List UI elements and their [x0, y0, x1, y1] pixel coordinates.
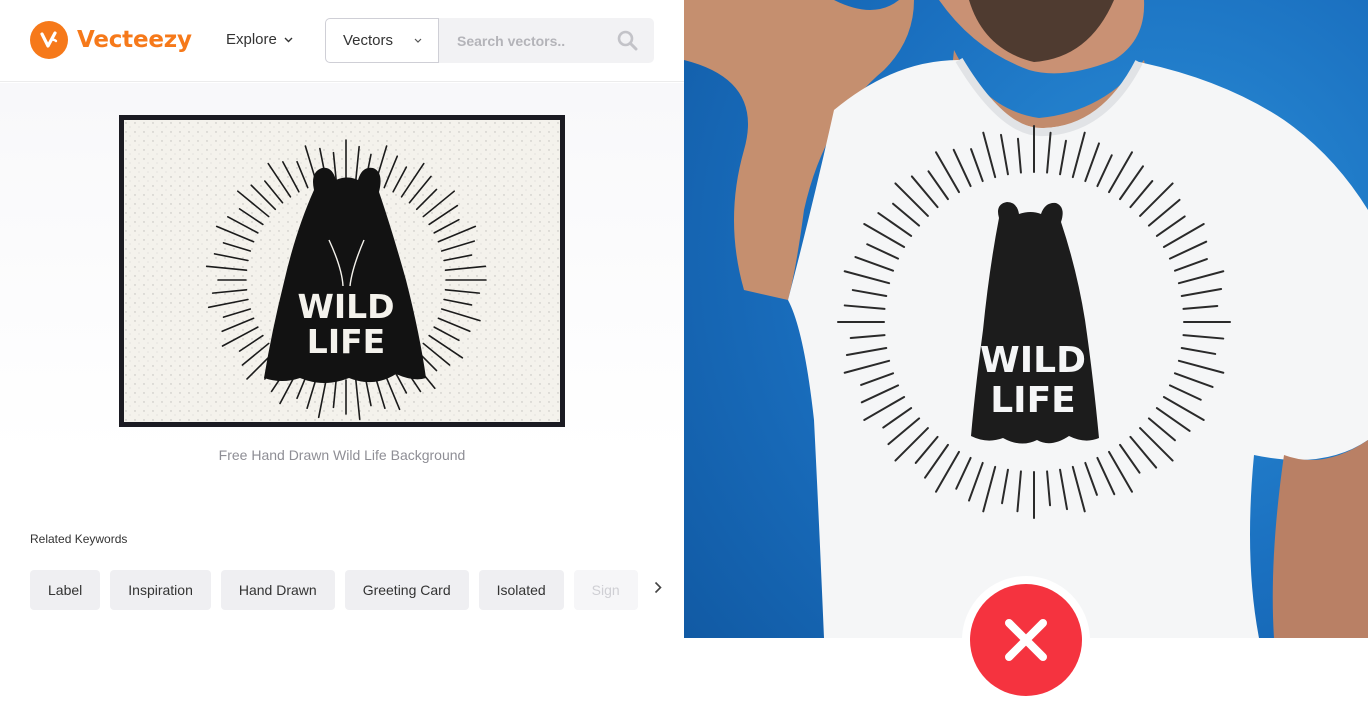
reject-circle — [970, 584, 1082, 696]
search-type-value: Vectors — [343, 32, 394, 49]
search-bar: Vectors — [325, 18, 654, 63]
top-navigation: Vecteezy Explore Vectors — [0, 0, 684, 82]
wild-life-artwork: WILD LIFE — [124, 120, 560, 422]
tshirt-mockup-photo: WILD LIFE — [684, 0, 1368, 638]
brand-logo[interactable]: Vecteezy — [30, 21, 192, 59]
explore-menu[interactable]: Explore — [226, 31, 293, 48]
artwork-text-wild: WILD — [297, 287, 394, 326]
keyword-tag[interactable]: Isolated — [478, 570, 564, 610]
man-in-tshirt: WILD LIFE — [684, 0, 1368, 638]
keyword-tag[interactable]: Label — [30, 570, 101, 610]
search-icon[interactable] — [617, 30, 638, 51]
keyword-tag[interactable]: Greeting Card — [344, 570, 469, 610]
related-keywords-title: Related Keywords — [30, 532, 128, 546]
keyword-tag[interactable]: Sign — [573, 570, 638, 610]
bear-illustration: WILD LIFE — [124, 120, 560, 422]
artwork-text-life: LIFE — [307, 322, 385, 361]
search-type-select[interactable]: Vectors — [325, 18, 439, 63]
rejected-badge — [962, 576, 1090, 702]
shirt-text-wild: WILD — [980, 340, 1086, 381]
vecteezy-page: Vecteezy Explore Vectors Search vectors.… — [0, 0, 684, 702]
asset-detail: WILD LIFE Free Hand Drawn Wild Life Back… — [0, 83, 684, 702]
explore-label: Explore — [226, 31, 277, 48]
chevron-down-icon — [284, 37, 293, 42]
shirt-text-life: LIFE — [990, 380, 1076, 421]
asset-preview[interactable]: WILD LIFE — [119, 115, 565, 427]
keyword-tag[interactable]: Inspiration — [110, 570, 211, 610]
close-icon — [1005, 619, 1047, 661]
brand-name: Vecteezy — [77, 27, 192, 53]
comparison-image: Vecteezy Explore Vectors Search vectors.… — [0, 0, 1368, 702]
asset-caption: Free Hand Drawn Wild Life Background — [218, 447, 466, 463]
keyword-tag[interactable]: Hand Drawn — [220, 570, 335, 610]
related-keyword-list: Label Inspiration Hand Drawn Greeting Ca… — [30, 570, 648, 610]
chevron-down-icon — [414, 38, 422, 43]
vecteezy-logo-icon — [30, 21, 68, 59]
chevron-right-icon[interactable] — [654, 581, 662, 594]
